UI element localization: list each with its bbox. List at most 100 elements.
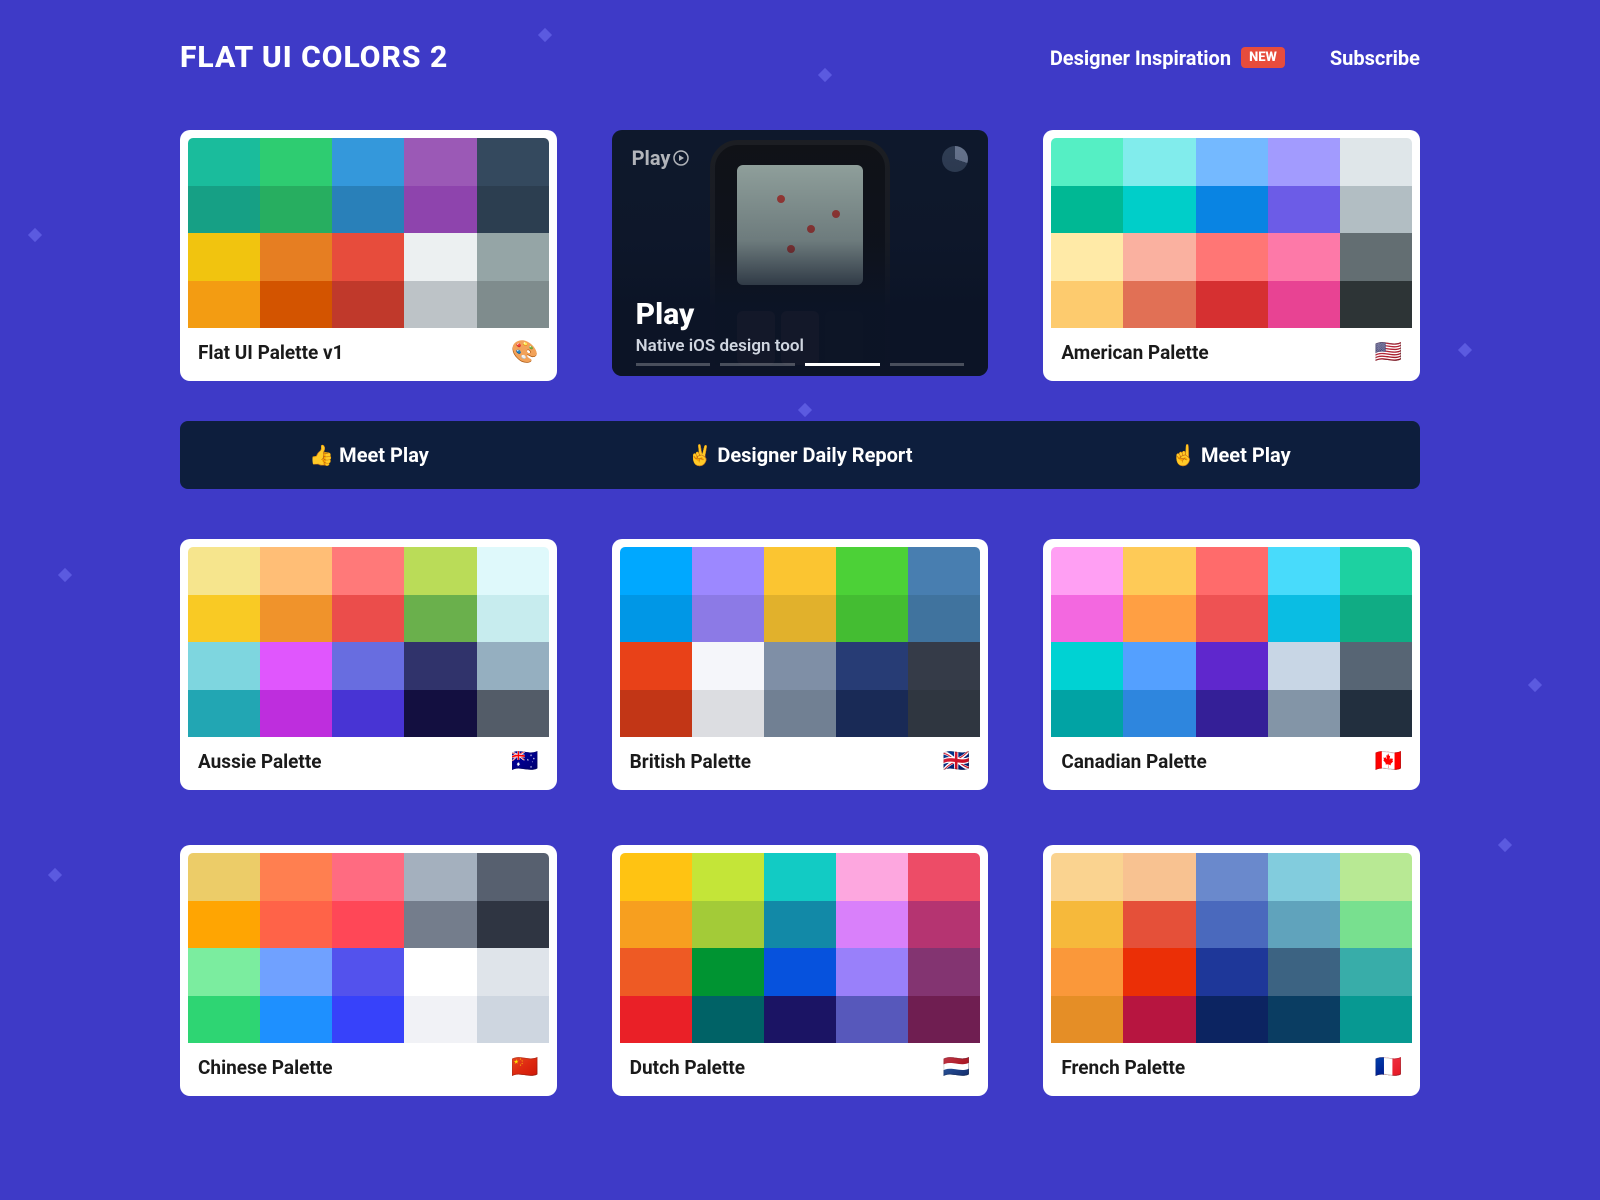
- swatch-grid: [1051, 853, 1412, 1043]
- color-swatch: [404, 547, 476, 595]
- color-swatch: [1051, 186, 1123, 234]
- color-swatch: [692, 690, 764, 738]
- color-swatch: [1051, 853, 1123, 901]
- color-swatch: [477, 996, 549, 1044]
- color-swatch: [260, 281, 332, 329]
- color-swatch: [188, 233, 260, 281]
- color-swatch: [404, 138, 476, 186]
- color-swatch: [1123, 233, 1195, 281]
- swatch-grid: [620, 547, 981, 737]
- color-swatch: [620, 901, 692, 949]
- color-swatch: [1196, 996, 1268, 1044]
- color-swatch: [1051, 996, 1123, 1044]
- color-swatch: [692, 948, 764, 996]
- color-swatch: [1123, 281, 1195, 329]
- color-swatch: [1340, 595, 1412, 643]
- color-swatch: [908, 996, 980, 1044]
- color-swatch: [188, 853, 260, 901]
- palette-title: British Palette: [630, 750, 751, 773]
- color-swatch: [477, 853, 549, 901]
- color-swatch: [1196, 281, 1268, 329]
- palette-card-dutch[interactable]: Dutch Palette 🇳🇱: [612, 845, 989, 1096]
- color-swatch: [260, 901, 332, 949]
- color-swatch: [764, 690, 836, 738]
- color-swatch: [1051, 642, 1123, 690]
- promo-link-2[interactable]: ✌️ Designer Daily Report: [687, 443, 912, 467]
- color-swatch: [1123, 186, 1195, 234]
- color-swatch: [764, 853, 836, 901]
- color-swatch: [1340, 948, 1412, 996]
- palette-title: Chinese Palette: [198, 1056, 332, 1079]
- palette-flag-icon: 🇦🇺: [511, 749, 538, 774]
- color-swatch: [1340, 642, 1412, 690]
- color-swatch: [1340, 233, 1412, 281]
- color-swatch: [1268, 853, 1340, 901]
- color-swatch: [332, 642, 404, 690]
- color-swatch: [260, 547, 332, 595]
- color-swatch: [1051, 901, 1123, 949]
- palette-card-flatui[interactable]: Flat UI Palette v1 🎨: [180, 130, 557, 381]
- palette-title: Aussie Palette: [198, 750, 322, 773]
- color-swatch: [477, 138, 549, 186]
- color-swatch: [1268, 642, 1340, 690]
- color-swatch: [404, 901, 476, 949]
- color-swatch: [477, 595, 549, 643]
- color-swatch: [692, 595, 764, 643]
- color-swatch: [404, 948, 476, 996]
- color-swatch: [620, 595, 692, 643]
- color-swatch: [692, 853, 764, 901]
- color-swatch: [764, 595, 836, 643]
- palette-title: Canadian Palette: [1061, 750, 1206, 773]
- color-swatch: [1268, 996, 1340, 1044]
- color-swatch: [1123, 948, 1195, 996]
- color-swatch: [477, 948, 549, 996]
- color-swatch: [836, 901, 908, 949]
- color-swatch: [836, 948, 908, 996]
- palette-card-british[interactable]: British Palette 🇬🇧: [612, 539, 989, 790]
- color-swatch: [260, 948, 332, 996]
- color-swatch: [477, 642, 549, 690]
- color-swatch: [1051, 948, 1123, 996]
- palette-card-american[interactable]: American Palette 🇺🇸: [1043, 130, 1420, 381]
- color-swatch: [188, 901, 260, 949]
- palette-title: American Palette: [1061, 341, 1208, 364]
- promo-link-3[interactable]: ☝️ Meet Play: [1171, 443, 1291, 467]
- nav-subscribe-link[interactable]: Subscribe: [1330, 46, 1420, 70]
- color-swatch: [1268, 595, 1340, 643]
- color-swatch: [1051, 690, 1123, 738]
- header: FLAT UI COLORS 2 Designer Inspiration NE…: [180, 40, 1420, 75]
- color-swatch: [477, 233, 549, 281]
- palette-card-french[interactable]: French Palette 🇫🇷: [1043, 845, 1420, 1096]
- palette-flag-icon: 🇨🇦: [1375, 749, 1402, 774]
- color-swatch: [404, 186, 476, 234]
- color-swatch: [260, 853, 332, 901]
- color-swatch: [260, 642, 332, 690]
- nav-inspiration-link[interactable]: Designer Inspiration NEW: [1050, 46, 1285, 70]
- color-swatch: [1123, 547, 1195, 595]
- color-swatch: [620, 547, 692, 595]
- palette-card-aussie[interactable]: Aussie Palette 🇦🇺: [180, 539, 557, 790]
- palette-flag-icon: 🇨🇳: [511, 1055, 538, 1080]
- color-swatch: [188, 547, 260, 595]
- site-logo[interactable]: FLAT UI COLORS 2: [180, 40, 448, 75]
- color-swatch: [1340, 996, 1412, 1044]
- palette-card-canadian[interactable]: Canadian Palette 🇨🇦: [1043, 539, 1420, 790]
- color-swatch: [908, 642, 980, 690]
- ad-carousel-indicators: [636, 363, 965, 366]
- palette-flag-icon: 🇫🇷: [1375, 1055, 1402, 1080]
- color-swatch: [1123, 996, 1195, 1044]
- color-swatch: [332, 547, 404, 595]
- ad-card-play[interactable]: Play Play Native iOS design tool: [612, 130, 989, 376]
- color-swatch: [260, 186, 332, 234]
- color-swatch: [332, 138, 404, 186]
- palette-card-chinese[interactable]: Chinese Palette 🇨🇳: [180, 845, 557, 1096]
- color-swatch: [404, 642, 476, 690]
- palette-flag-icon: 🎨: [511, 340, 538, 365]
- color-swatch: [620, 996, 692, 1044]
- palette-grid: Flat UI Palette v1 🎨 Play: [180, 130, 1420, 1096]
- promo-link-1[interactable]: 👍 Meet Play: [309, 443, 429, 467]
- color-swatch: [1051, 547, 1123, 595]
- color-swatch: [1123, 595, 1195, 643]
- color-swatch: [188, 948, 260, 996]
- color-swatch: [1196, 547, 1268, 595]
